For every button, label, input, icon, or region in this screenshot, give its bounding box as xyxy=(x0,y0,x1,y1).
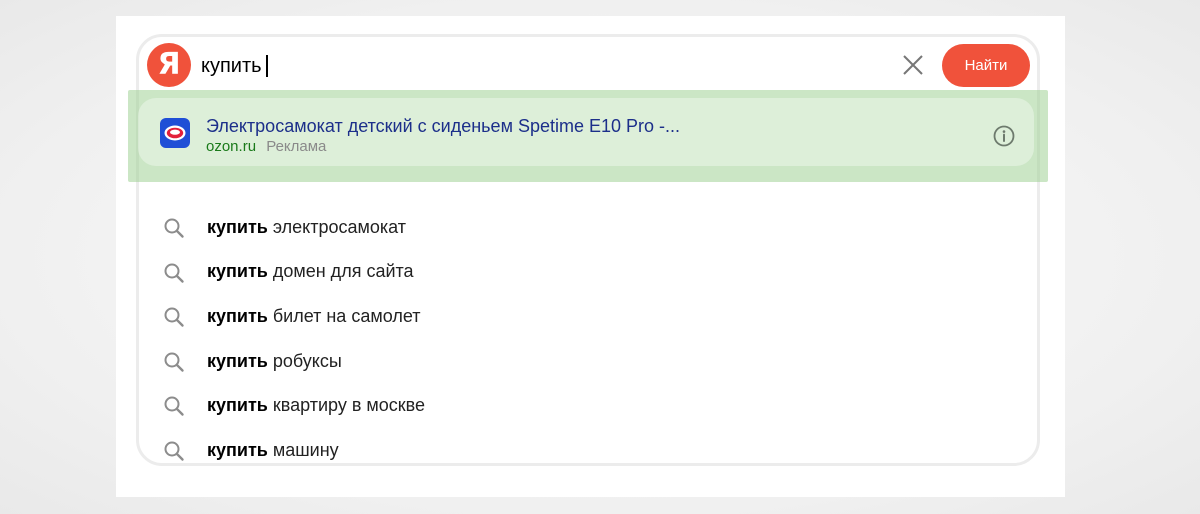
suggest-text: купить билет на самолет xyxy=(207,305,421,326)
info-icon[interactable] xyxy=(993,125,1015,147)
text-caret xyxy=(265,55,268,77)
suggest-text: купить домен для сайта xyxy=(207,261,414,282)
ad-suggestion[interactable]: Электросамокат детский с сиденьем Spetim… xyxy=(138,98,1034,166)
suggest-item[interactable]: купить домен для сайта xyxy=(139,250,1037,295)
search-icon xyxy=(164,218,184,238)
ad-meta: ozon.ru Реклама xyxy=(206,138,326,155)
ad-title-link[interactable]: Электросамокат детский с сиденьем Spetim… xyxy=(206,116,680,137)
search-icon xyxy=(164,352,184,372)
yandex-logo-icon[interactable]: Я xyxy=(147,43,191,87)
suggest-text: купить робуксы xyxy=(207,350,342,371)
ad-domain: ozon.ru xyxy=(206,138,257,155)
search-card: Я купить Найти купить электросамокат куп… xyxy=(116,16,1065,497)
search-icon xyxy=(164,263,184,283)
suggest-list: купить электросамокат купить домен для с… xyxy=(139,205,1037,473)
search-query-text: купить xyxy=(201,55,262,77)
search-input[interactable]: купить xyxy=(201,52,268,80)
close-icon[interactable] xyxy=(901,53,925,77)
search-icon xyxy=(164,441,184,461)
find-button[interactable]: Найти xyxy=(942,44,1030,87)
suggest-item[interactable]: купить робуксы xyxy=(139,339,1037,384)
search-icon xyxy=(164,307,184,327)
search-row: Я купить Найти xyxy=(139,37,1037,97)
suggest-item[interactable]: купить билет на самолет xyxy=(139,294,1037,339)
search-icon xyxy=(164,396,184,417)
suggest-text: купить квартиру в москве xyxy=(207,395,426,416)
ad-label: Реклама xyxy=(266,138,327,155)
suggest-item[interactable]: купить электросамокат xyxy=(139,205,1037,250)
suggest-item[interactable]: купить машину xyxy=(139,428,1037,473)
ozon-favicon-icon xyxy=(160,118,190,148)
suggest-text: купить машину xyxy=(207,439,339,460)
suggest-text: купить электросамокат xyxy=(207,216,407,237)
suggest-item[interactable]: купить квартиру в москве xyxy=(139,383,1037,428)
